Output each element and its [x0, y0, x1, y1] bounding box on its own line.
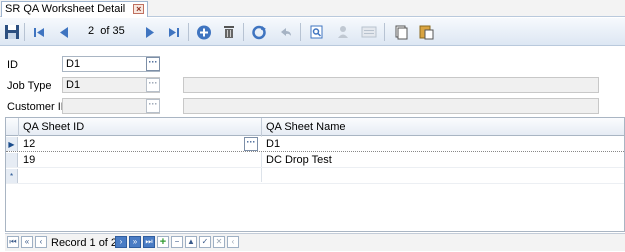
last-record-icon[interactable] [165, 23, 183, 41]
record-position: 2 of 35 [88, 25, 125, 37]
nav-previous-page-icon[interactable]: « [21, 236, 33, 248]
delete-icon[interactable] [220, 23, 238, 41]
record-counter: Record 1 of 2 [51, 237, 118, 249]
cell-qa-sheet-name[interactable]: DC Drop Test [262, 153, 622, 168]
tab-sr-qa-worksheet-detail[interactable]: SR QA Worksheet Detail × [1, 1, 149, 17]
nav-delete-icon[interactable]: − [171, 236, 183, 248]
undo-icon [277, 23, 295, 41]
copy-icon[interactable] [392, 23, 410, 41]
column-header-qa-sheet-name[interactable]: QA Sheet Name [262, 118, 624, 136]
filter-icon [334, 23, 352, 41]
tab-title: SR QA Worksheet Detail [5, 3, 126, 15]
next-record-icon[interactable] [141, 23, 159, 41]
job-type-description-field [183, 77, 599, 93]
cell-qa-sheet-id[interactable]: 19 [19, 153, 259, 168]
new-row[interactable]: * [6, 169, 624, 184]
cell-qa-sheet-name[interactable]: D1 [262, 137, 622, 152]
id-label: ID [7, 59, 18, 71]
report-icon [360, 23, 378, 41]
cell-qa-sheet-id[interactable]: 12 [19, 137, 247, 152]
customer-id-lookup-icon: ··· [146, 99, 160, 113]
document-tab-strip: SR QA Worksheet Detail × [0, 0, 625, 17]
new-row-marker: * [6, 169, 18, 183]
toolbar: 2 of 35 [0, 18, 625, 46]
save-icon[interactable] [3, 23, 21, 41]
sheet-id-lookup-icon[interactable]: ··· [244, 137, 258, 151]
find-icon[interactable] [308, 23, 326, 41]
grid-header: QA Sheet ID QA Sheet Name [6, 118, 624, 136]
row-indicator-header [6, 118, 19, 136]
job-type-lookup-icon: ··· [146, 78, 160, 92]
record-position-number: 2 [88, 25, 95, 37]
nav-previous-record-icon[interactable]: ‹ [35, 236, 47, 248]
current-row-indicator-icon: ▶ [6, 137, 18, 151]
job-type-label: Job Type [7, 80, 52, 92]
toolbar-separator [24, 23, 25, 41]
nav-insert-icon[interactable]: + [157, 236, 169, 248]
qa-sheet-grid: QA Sheet ID QA Sheet Name ▶ 12 ··· D1 19… [5, 117, 625, 232]
nav-cancel-icon[interactable]: ✕ [213, 236, 225, 248]
nav-refresh-icon[interactable]: ‹ [227, 236, 239, 248]
previous-record-icon[interactable] [55, 23, 73, 41]
toolbar-separator [384, 23, 385, 41]
customer-id-label: Customer ID [7, 101, 69, 113]
nav-edit-icon[interactable]: ▲ [185, 236, 197, 248]
row-indicator [6, 153, 18, 167]
nav-next-record-icon[interactable]: › [115, 236, 127, 248]
nav-first-page-icon[interactable]: ⏮ [7, 236, 19, 248]
add-icon[interactable] [195, 23, 213, 41]
first-record-icon[interactable] [30, 23, 48, 41]
column-header-qa-sheet-id[interactable]: QA Sheet ID [19, 118, 262, 136]
nav-next-page-icon[interactable]: » [129, 236, 141, 248]
table-row[interactable]: 19 DC Drop Test [6, 153, 624, 168]
table-row[interactable]: ▶ 12 ··· D1 [6, 137, 624, 152]
record-position-total: of 35 [100, 25, 125, 37]
paste-icon[interactable] [417, 23, 435, 41]
refresh-icon[interactable] [250, 23, 268, 41]
toolbar-separator [300, 23, 301, 41]
toolbar-separator [243, 23, 244, 41]
nav-post-icon[interactable]: ✓ [199, 236, 211, 248]
grid-navigator: ⏮ « ‹ Record 1 of 2 › » ⏭ + − ▲ ✓ ✕ ‹ [5, 233, 625, 251]
customer-description-field [183, 98, 599, 114]
toolbar-separator [188, 23, 189, 41]
id-lookup-icon[interactable]: ··· [146, 57, 160, 71]
close-icon[interactable]: × [133, 4, 145, 14]
nav-last-page-icon[interactable]: ⏭ [143, 236, 155, 248]
